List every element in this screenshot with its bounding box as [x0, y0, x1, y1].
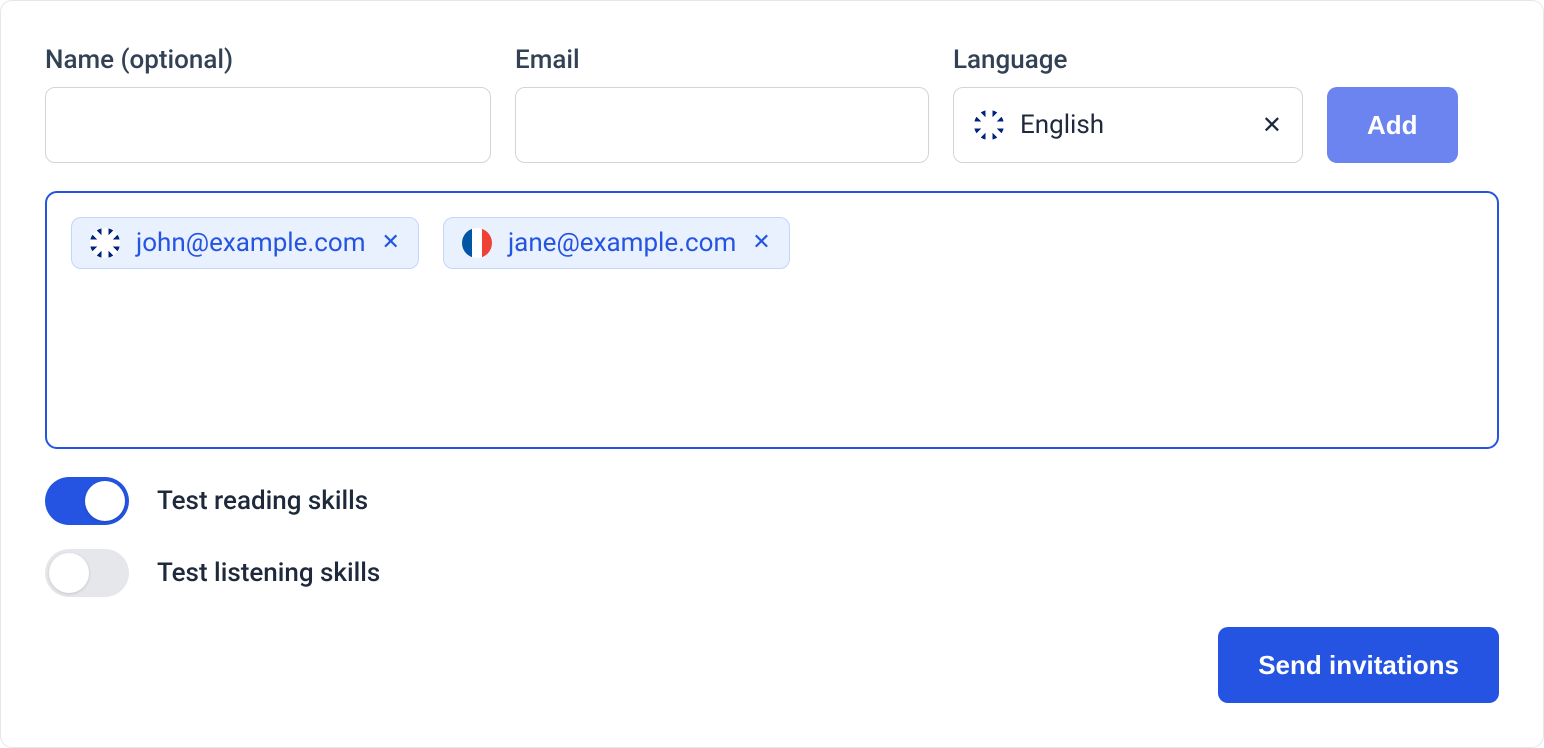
- toggle-knob: [85, 481, 125, 521]
- reading-toggle-label: Test reading skills: [157, 486, 368, 516]
- language-label: Language: [953, 45, 1303, 75]
- recipient-chip: john@example.com ✕: [71, 217, 419, 269]
- reading-toggle-row: Test reading skills: [45, 477, 1499, 525]
- chip-email: jane@example.com: [508, 228, 736, 258]
- uk-flag-icon: [974, 110, 1004, 140]
- name-label: Name (optional): [45, 45, 491, 75]
- chip-email: john@example.com: [136, 228, 366, 258]
- uk-flag-icon: [90, 228, 120, 258]
- fr-flag-icon: [462, 228, 492, 258]
- reading-toggle[interactable]: [45, 477, 129, 525]
- name-field-wrapper: Name (optional): [45, 45, 491, 163]
- email-input[interactable]: [515, 87, 929, 163]
- language-select-content: English: [974, 110, 1104, 140]
- language-selected-text: English: [1020, 110, 1104, 140]
- language-field-wrapper: Language English ✕: [953, 45, 1303, 163]
- listening-toggle[interactable]: [45, 549, 129, 597]
- add-button[interactable]: Add: [1327, 87, 1458, 163]
- recipient-chip: jane@example.com ✕: [443, 217, 790, 269]
- email-label: Email: [515, 45, 929, 75]
- remove-chip-icon[interactable]: ✕: [752, 232, 770, 254]
- remove-chip-icon[interactable]: ✕: [382, 232, 400, 254]
- invite-card: Name (optional) Email Language English ✕…: [0, 0, 1544, 748]
- input-row: Name (optional) Email Language English ✕…: [45, 45, 1499, 163]
- toggle-knob: [49, 553, 89, 593]
- listening-toggle-row: Test listening skills: [45, 549, 1499, 597]
- listening-toggle-label: Test listening skills: [157, 558, 380, 588]
- name-input[interactable]: [45, 87, 491, 163]
- clear-language-icon[interactable]: ✕: [1262, 113, 1282, 137]
- language-select[interactable]: English ✕: [953, 87, 1303, 163]
- email-field-wrapper: Email: [515, 45, 929, 163]
- toggles-section: Test reading skills Test listening skill…: [45, 477, 1499, 597]
- recipients-area[interactable]: john@example.com ✕ jane@example.com ✕: [45, 191, 1499, 449]
- send-invitations-button[interactable]: Send invitations: [1218, 627, 1499, 703]
